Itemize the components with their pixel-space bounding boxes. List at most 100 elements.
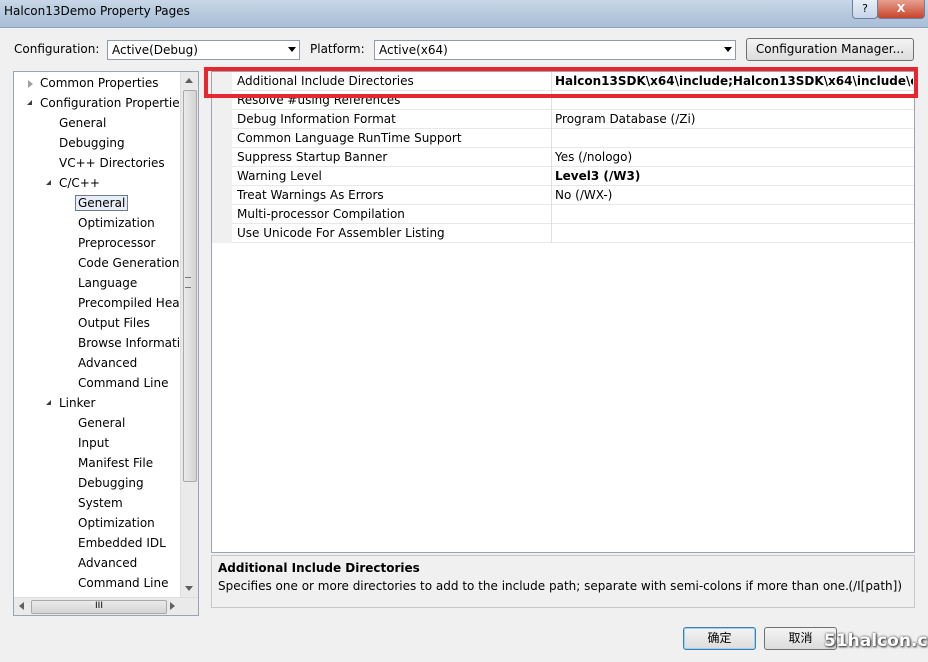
- tree-item[interactable]: Input: [78, 433, 109, 453]
- column-separator: [551, 186, 552, 205]
- property-name: Treat Warnings As Errors: [237, 188, 384, 202]
- tree-item[interactable]: C/C++: [46, 173, 100, 193]
- property-value[interactable]: Level3 (/W3): [555, 167, 913, 186]
- tree-item[interactable]: Output Files: [78, 313, 150, 333]
- tree-item[interactable]: Debugging: [59, 133, 125, 153]
- configuration-label: Configuration:: [14, 42, 100, 56]
- column-separator: [551, 167, 552, 186]
- property-name: Suppress Startup Banner: [237, 150, 388, 164]
- property-value[interactable]: Yes (/nologo): [555, 148, 913, 167]
- configuration-select[interactable]: Active(Debug): [107, 40, 300, 60]
- property-value[interactable]: Program Database (/Zi): [555, 110, 913, 129]
- tree-item[interactable]: Browse Informatio: [78, 333, 187, 353]
- platform-value: Active(x64): [379, 43, 448, 57]
- tree-item[interactable]: Configuration Properties: [27, 93, 186, 113]
- configuration-manager-button[interactable]: Configuration Manager...: [746, 38, 914, 61]
- property-row[interactable]: Common Language RunTime Support: [212, 129, 914, 148]
- property-name: Warning Level: [237, 169, 322, 183]
- property-row[interactable]: Additional Include Directories Halcon13SD…: [212, 72, 914, 91]
- property-value[interactable]: [555, 224, 913, 243]
- tree-item[interactable]: Command Line: [78, 373, 169, 393]
- property-value[interactable]: Halcon13SDK\x64\include;Halcon13SDK\x64\…: [555, 72, 913, 91]
- tree-item-label: Optimization: [78, 516, 155, 530]
- tree-item[interactable]: Advanced: [78, 353, 137, 373]
- collapsed-arrow-icon[interactable]: [28, 80, 33, 88]
- property-row[interactable]: Debug Information Format Program Database…: [212, 110, 914, 129]
- scroll-left-icon[interactable]: [19, 602, 24, 610]
- tree-item-label: General: [75, 195, 129, 211]
- column-separator: [551, 129, 552, 148]
- property-value[interactable]: [555, 205, 913, 224]
- row-gutter: [212, 91, 232, 110]
- tree-item[interactable]: Linker: [46, 393, 96, 413]
- row-gutter: [212, 148, 232, 167]
- tree-item[interactable]: Optimization: [78, 213, 155, 233]
- chevron-down-icon: [724, 47, 732, 52]
- property-row[interactable]: Use Unicode For Assembler Listing: [212, 224, 914, 243]
- platform-select[interactable]: Active(x64): [374, 40, 736, 60]
- configuration-value: Active(Debug): [112, 43, 198, 57]
- tree-item[interactable]: Debugging: [78, 473, 144, 493]
- tree-item-label: Code Generation: [78, 256, 180, 270]
- property-grid[interactable]: Additional Include Directories Halcon13SD…: [211, 71, 915, 553]
- property-value[interactable]: [555, 91, 913, 110]
- tree-item[interactable]: Language: [78, 273, 137, 293]
- tree-item[interactable]: Preprocessor: [78, 233, 155, 253]
- property-name: Use Unicode For Assembler Listing: [237, 226, 445, 240]
- tree-item[interactable]: Precompiled Head: [78, 293, 187, 313]
- property-name: Multi-processor Compilation: [237, 207, 405, 221]
- tree-item[interactable]: Command Line: [78, 573, 169, 593]
- expanded-arrow-icon[interactable]: [46, 400, 51, 405]
- property-value[interactable]: [555, 129, 913, 148]
- tree-item-label: Advanced: [78, 356, 138, 370]
- tree-item[interactable]: Optimization: [78, 513, 155, 533]
- property-value[interactable]: No (/WX-): [555, 186, 913, 205]
- property-name: Additional Include Directories: [237, 74, 414, 88]
- tree-horizontal-scroll-thumb[interactable]: III: [31, 600, 167, 614]
- property-row[interactable]: Multi-processor Compilation: [212, 205, 914, 224]
- expanded-arrow-icon[interactable]: [46, 180, 51, 185]
- tree-item-label: Command Line: [78, 576, 169, 590]
- scroll-up-icon[interactable]: [185, 78, 193, 83]
- tree-item[interactable]: Code Generation: [78, 253, 179, 273]
- column-separator: [551, 205, 552, 224]
- column-separator: [551, 91, 552, 110]
- tree-item[interactable]: VC++ Directories: [59, 153, 165, 173]
- tree-item[interactable]: General: [78, 413, 125, 433]
- property-row[interactable]: Warning Level Level3 (/W3): [212, 167, 914, 186]
- tree-item-label: Linker: [59, 396, 96, 410]
- tree-item[interactable]: Common Properties: [28, 73, 159, 93]
- description-title: Additional Include Directories: [218, 561, 420, 575]
- tree-vertical-scrollbar[interactable]: [180, 72, 198, 598]
- property-row[interactable]: Suppress Startup Banner Yes (/nologo): [212, 148, 914, 167]
- property-row[interactable]: Treat Warnings As Errors No (/WX-): [212, 186, 914, 205]
- help-button[interactable]: ?: [852, 0, 878, 19]
- tree-item[interactable]: Advanced: [78, 553, 137, 573]
- description-panel: Additional Include Directories Specifies…: [211, 555, 915, 608]
- tree-item-label: Preprocessor: [78, 236, 156, 250]
- property-row[interactable]: Resolve #using References: [212, 91, 914, 110]
- tree-horizontal-scrollbar[interactable]: III: [14, 597, 198, 615]
- row-gutter: [212, 72, 232, 91]
- tree-item[interactable]: General: [59, 113, 106, 133]
- tree-item-label: VC++ Directories: [59, 156, 165, 170]
- column-separator: [551, 110, 552, 129]
- tree-item[interactable]: Manifest File: [78, 453, 153, 473]
- row-gutter: [212, 205, 232, 224]
- tree-item[interactable]: General: [75, 193, 129, 213]
- close-button[interactable]: X: [877, 0, 925, 19]
- tree-item[interactable]: System: [78, 493, 123, 513]
- title-bar: Halcon13Demo Property Pages ? X: [0, 0, 928, 28]
- platform-label: Platform:: [310, 42, 365, 56]
- property-tree[interactable]: Command Line Advanced Embedded IDL Optimiza…: [13, 71, 199, 616]
- expanded-arrow-icon[interactable]: [27, 100, 32, 105]
- column-separator: [551, 72, 552, 91]
- scroll-down-icon[interactable]: [185, 586, 193, 591]
- tree-item-label: Embedded IDL: [78, 536, 166, 550]
- row-gutter: [212, 224, 232, 243]
- tree-item-label: General: [78, 416, 126, 430]
- scroll-right-icon[interactable]: [170, 602, 175, 610]
- tree-item-label: Input: [78, 436, 110, 450]
- ok-button[interactable]: 确定: [683, 627, 756, 650]
- tree-item[interactable]: Embedded IDL: [78, 533, 166, 553]
